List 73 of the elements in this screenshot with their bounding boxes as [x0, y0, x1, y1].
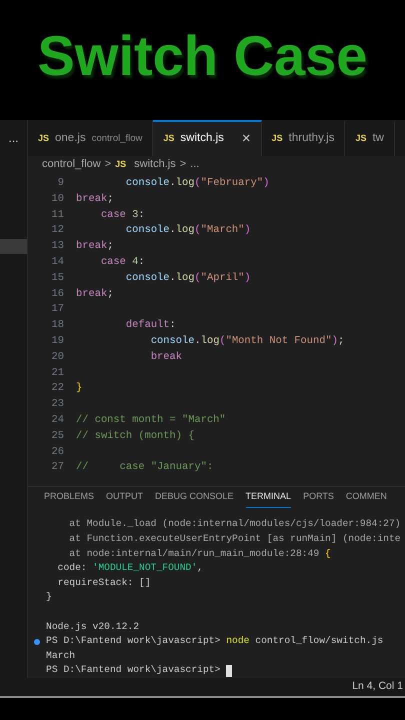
- panel-tab[interactable]: TERMINAL: [246, 487, 292, 508]
- terminal-line: Node.js v20.12.2: [46, 620, 140, 634]
- breadcrumb-item[interactable]: ...: [190, 156, 200, 173]
- line-number: 23: [50, 397, 65, 412]
- editor-tab[interactable]: JS switch.js ×: [153, 120, 262, 156]
- line-number: 10: [50, 192, 65, 207]
- terminal-line: March: [46, 648, 76, 663]
- terminal-line: }: [46, 590, 52, 604]
- terminal-line: at node:internal/main/run_main_module:28:49 {: [68, 546, 331, 561]
- tab-label: tw: [372, 131, 384, 146]
- tab-label: switch.js: [180, 131, 224, 146]
- line-number: 16: [50, 286, 65, 302]
- terminal-line: at Function.executeUserEntryPoint [as runMain] (node:inte: [68, 532, 401, 546]
- panel-tab[interactable]: OUTPUT: [106, 487, 144, 508]
- line-number: 14: [50, 255, 65, 270]
- line-number: 9: [56, 176, 65, 192]
- line-number: 27: [50, 460, 65, 476]
- code-line: break: [150, 350, 182, 365]
- line-number: 11: [50, 208, 65, 223]
- line-number: 17: [50, 302, 65, 318]
- panel-tab[interactable]: DEBUG CONSOLE: [155, 487, 234, 508]
- code-line: }: [76, 381, 82, 396]
- line-number: 18: [50, 318, 65, 334]
- line-number: 20: [50, 350, 65, 365]
- code-line: // case "January":: [76, 460, 214, 476]
- terminal-line: at Module._load (node:internal/modules/cjs/loader:984:27): [68, 517, 401, 532]
- banner-title: Switch Case: [38, 24, 368, 88]
- line-number: 24: [50, 413, 65, 428]
- javascript-file-icon: JS: [38, 132, 50, 146]
- tab-description: control_flow: [92, 132, 142, 146]
- code-line: // switch (month) {: [76, 428, 194, 444]
- javascript-file-icon: JS: [115, 158, 126, 172]
- line-number: 12: [50, 223, 65, 238]
- tab-label: thruthy.js: [288, 131, 334, 146]
- sidebar-highlight: [0, 239, 27, 254]
- line-number: 22: [50, 381, 65, 396]
- panel-tab[interactable]: PROBLEMS: [44, 487, 94, 508]
- line-number: 15: [50, 270, 65, 286]
- code-line: break;: [76, 286, 114, 302]
- javascript-file-icon: JS: [163, 132, 174, 146]
- code-line: console.log("April"): [124, 270, 251, 286]
- line-number: 26: [50, 444, 65, 460]
- breadcrumb-item[interactable]: control_flow: [42, 156, 101, 173]
- breadcrumb-separator: >: [180, 157, 186, 172]
- code-line: break;: [76, 239, 114, 254]
- breadcrumb-separator: >: [104, 157, 112, 172]
- line-number: 21: [50, 366, 65, 381]
- terminal-line: PS D:\Fantend work\javascript>: [46, 663, 222, 678]
- editor-tab[interactable]: JS thruthy.js: [262, 120, 346, 156]
- code-line: break;: [76, 192, 114, 207]
- code-line: default:: [124, 318, 176, 334]
- terminal-line: PS D:\Fantend work\javascript> node control_flow/switch.js: [46, 634, 384, 648]
- panel-tab[interactable]: COMMEN: [346, 487, 387, 508]
- code-line: case 4:: [100, 255, 145, 270]
- breadcrumb-item[interactable]: switch.js: [134, 156, 176, 173]
- code-line: console.log("March"): [124, 223, 251, 238]
- javascript-file-icon: JS: [272, 132, 283, 146]
- line-number: 19: [50, 334, 65, 350]
- code-line: console.log("Month Not Found");: [150, 334, 344, 350]
- javascript-file-icon: JS: [355, 132, 366, 146]
- line-number: 13: [50, 239, 65, 254]
- panel-tab[interactable]: PORTS: [303, 487, 334, 508]
- close-icon[interactable]: ×: [242, 128, 251, 150]
- editor-tab[interactable]: JS tw: [345, 120, 395, 156]
- terminal-line: requireStack: []: [56, 576, 151, 590]
- code-line: console.log("February"): [124, 176, 270, 192]
- code-line: // const month = "March": [76, 413, 226, 428]
- tab-label: one.js: [55, 131, 86, 146]
- terminal-line: code: 'MODULE_NOT_FOUND',: [56, 561, 203, 576]
- line-number: 25: [50, 428, 65, 444]
- more-actions-icon[interactable]: ...: [0, 120, 27, 156]
- cursor-position[interactable]: Ln 4, Col 1: [352, 679, 403, 695]
- code-line: case 3:: [100, 208, 145, 223]
